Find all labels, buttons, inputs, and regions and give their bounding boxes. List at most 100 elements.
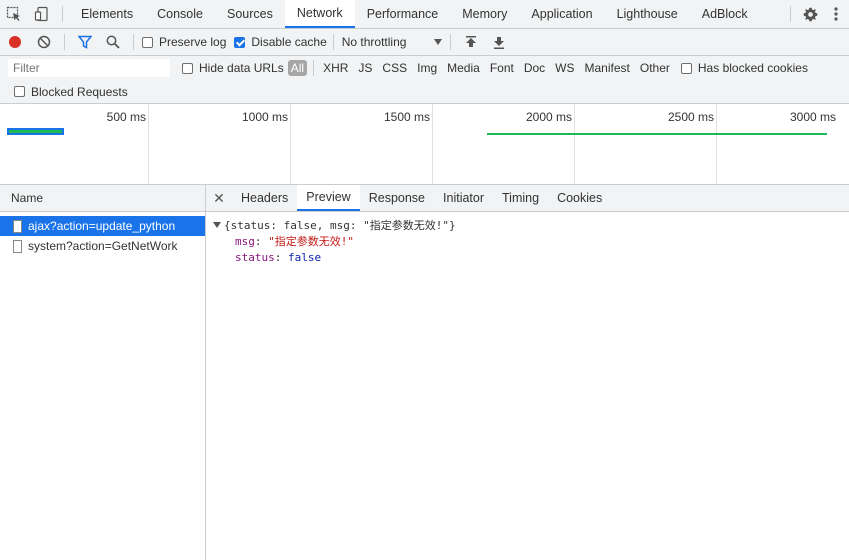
has-blocked-cookies-label: Has blocked cookies (697, 61, 808, 75)
timeline-gridline (574, 104, 575, 184)
disable-cache-label: Disable cache (251, 35, 327, 49)
tab-elements[interactable]: Elements (69, 0, 145, 28)
expand-triangle-icon[interactable] (213, 222, 221, 228)
toolbar-separator (449, 34, 451, 50)
device-toolbar-icon[interactable] (28, 0, 56, 28)
json-summary: {status: false, msg: "指定参数无效!"} (224, 219, 456, 232)
import-har-icon[interactable] (457, 28, 485, 56)
close-icon[interactable]: ✕ (206, 190, 232, 207)
checkbox-box[interactable] (182, 62, 193, 74)
tab-network[interactable]: Network (284, 0, 355, 28)
tab-timing[interactable]: Timing (493, 185, 548, 211)
network-toolbar: Preserve log Disable cache No throttling (0, 29, 849, 56)
request-name: ajax?action=update_python (28, 219, 176, 233)
filter-type-media[interactable]: Media (442, 61, 485, 75)
has-blocked-cookies-checkbox[interactable]: Has blocked cookies (680, 61, 808, 75)
clear-icon[interactable] (30, 28, 58, 56)
tab-application[interactable]: Application (519, 0, 604, 28)
search-icon[interactable] (99, 28, 127, 56)
json-key: status (235, 250, 275, 264)
hide-data-urls-label: Hide data URLs (199, 61, 284, 75)
filter-type-xhr[interactable]: XHR (318, 61, 353, 75)
hide-data-urls-checkbox[interactable]: Hide data URLs (182, 61, 284, 75)
request-row[interactable]: system?action=GetNetWork (0, 236, 205, 256)
tab-performance[interactable]: Performance (355, 0, 451, 28)
timeline-label: 500 ms (106, 110, 146, 124)
tab-headers[interactable]: Headers (232, 185, 297, 211)
timeline-label: 2000 ms (525, 110, 572, 124)
devtools-tab-bar: Elements Console Sources Network Perform… (0, 0, 849, 29)
filter-type-ws[interactable]: WS (550, 61, 579, 75)
tab-memory[interactable]: Memory (450, 0, 519, 28)
filter-type-other[interactable]: Other (635, 61, 675, 75)
checkbox-box[interactable] (14, 86, 25, 97)
json-preview: {status: false, msg: "指定参数无效!"} msg: "指定… (206, 212, 849, 265)
tab-lighthouse[interactable]: Lighthouse (605, 0, 690, 28)
blocked-requests-bar: Blocked Requests (0, 80, 849, 104)
request-row[interactable]: ajax?action=update_python (0, 216, 205, 236)
timeline-overview[interactable]: 500 ms 1000 ms 1500 ms 2000 ms 2500 ms 3… (0, 104, 849, 185)
json-key: msg (235, 234, 255, 248)
detail-tabs: ✕ Headers Preview Response Initiator Tim… (206, 185, 849, 212)
blocked-requests-checkbox[interactable]: Blocked Requests (14, 85, 128, 99)
filter-type-font[interactable]: Font (485, 61, 519, 75)
filter-type-js[interactable]: JS (353, 61, 377, 75)
timeline-gridline (148, 104, 149, 184)
filter-bar: Hide data URLs All XHR JS CSS Img Media … (0, 56, 849, 80)
settings-gear-icon[interactable] (797, 1, 823, 27)
blocked-requests-label: Blocked Requests (31, 84, 128, 99)
preserve-log-label: Preserve log (159, 35, 227, 49)
timeline-label: 2500 ms (667, 110, 714, 124)
json-value: "指定参数无效!" (268, 235, 354, 248)
toolbar-separator (790, 6, 791, 22)
timeline-label: 1000 ms (241, 110, 288, 124)
timeline-request-bar (9, 130, 62, 133)
filter-funnel-icon[interactable] (71, 28, 99, 56)
filter-type-css[interactable]: CSS (377, 61, 412, 75)
json-root-line[interactable]: {status: false, msg: "指定参数无效!"} (206, 217, 849, 233)
checkbox-box[interactable] (142, 36, 153, 48)
json-value: false (288, 250, 322, 264)
tab-initiator[interactable]: Initiator (434, 185, 493, 211)
toolbar-separator (332, 34, 334, 50)
tab-adblock[interactable]: AdBlock (690, 0, 760, 28)
record-icon[interactable] (0, 28, 30, 56)
inspect-element-icon[interactable] (0, 0, 28, 28)
tab-sources[interactable]: Sources (215, 0, 285, 28)
timeline-gridline (716, 104, 717, 184)
timeline-gridline (432, 104, 433, 184)
dropdown-arrow-icon (433, 39, 442, 45)
document-icon (13, 239, 22, 253)
tab-preview[interactable]: Preview (297, 185, 360, 211)
filter-type-manifest[interactable]: Manifest (580, 61, 635, 75)
main-tabs: Elements Console Sources Network Perform… (69, 0, 760, 28)
filter-type-img[interactable]: Img (412, 61, 442, 75)
filter-separator (313, 60, 315, 76)
filter-type-all[interactable]: All (287, 60, 308, 76)
throttling-select[interactable]: No throttling (342, 35, 442, 49)
toolbar-separator (133, 34, 134, 50)
checkbox-box[interactable] (680, 62, 692, 74)
toolbar-separator (64, 34, 65, 50)
request-list: Name ajax?action=update_python system?ac… (0, 185, 206, 560)
timeline-gridline (290, 104, 291, 184)
filter-type-doc[interactable]: Doc (519, 61, 550, 75)
timeline-request-bar (487, 133, 827, 135)
request-name: system?action=GetNetWork (28, 239, 178, 253)
more-options-icon[interactable] (823, 1, 849, 27)
json-property-msg: msg: "指定参数无效!" (235, 234, 354, 249)
throttling-value: No throttling (341, 35, 407, 49)
timeline-label: 3000 ms (789, 110, 836, 124)
toolbar-separator (62, 6, 63, 22)
tab-console[interactable]: Console (145, 0, 215, 28)
tab-response[interactable]: Response (360, 185, 434, 211)
disable-cache-checkbox[interactable]: Disable cache (234, 35, 327, 49)
json-property-status: status: false (235, 250, 322, 264)
name-column-header[interactable]: Name (0, 185, 205, 212)
document-icon (13, 219, 22, 233)
filter-input[interactable] (8, 59, 170, 77)
checkbox-box-checked[interactable] (234, 36, 246, 48)
preserve-log-checkbox[interactable]: Preserve log (142, 35, 226, 49)
export-har-icon[interactable] (485, 28, 513, 56)
tab-cookies[interactable]: Cookies (548, 185, 611, 211)
